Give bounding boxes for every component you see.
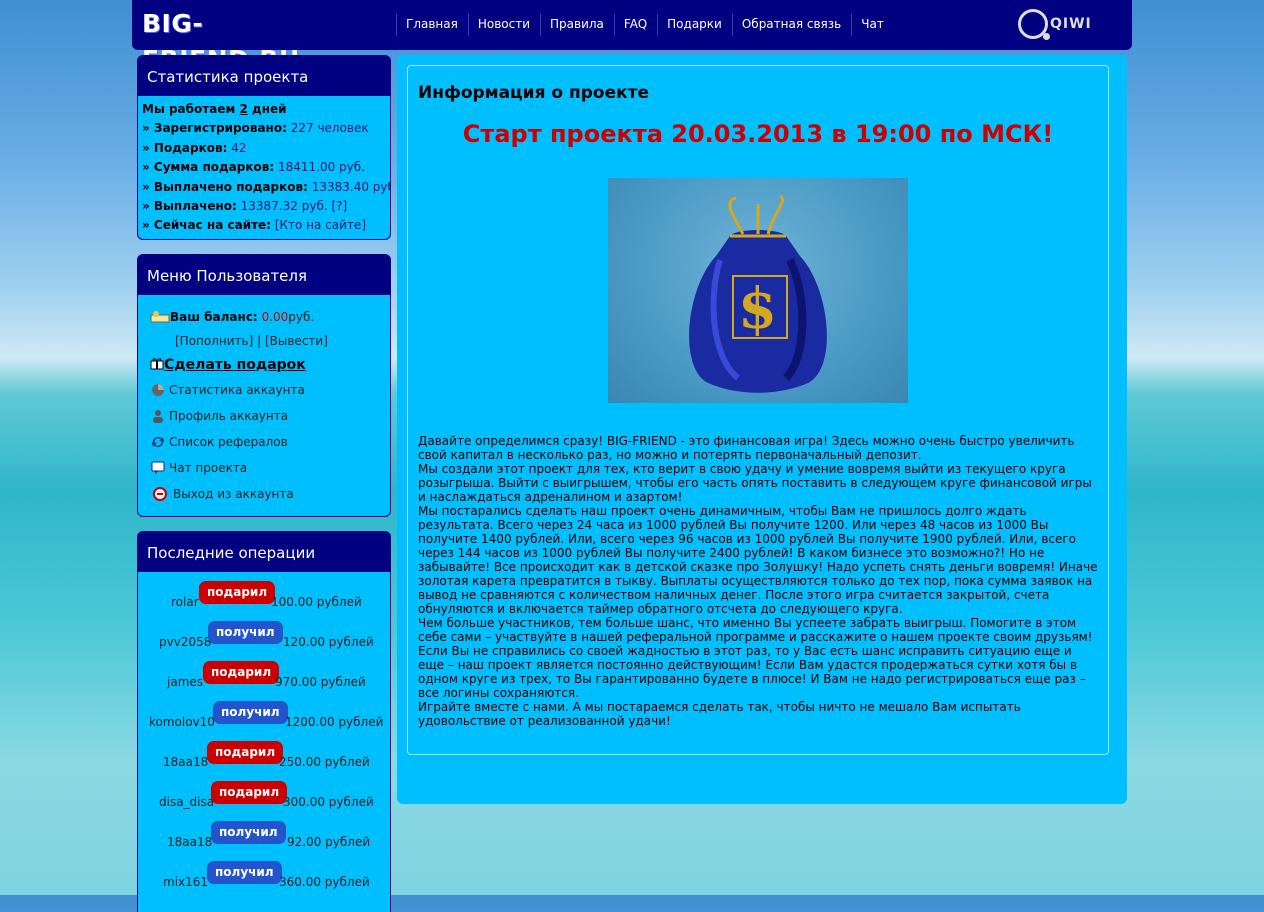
operation-amount: 1200.00 рублей	[285, 715, 384, 729]
stats-block: Статистика проекта Мы работаем 2 дней » …	[137, 55, 391, 240]
stats-title: Статистика проекта	[138, 56, 390, 96]
operations-block: Последние операции rolar подарил 100.00 …	[137, 531, 391, 912]
operation-user: komolov10	[149, 715, 215, 729]
description-paragraph: Если Вы не справились со своей жадностью…	[418, 644, 1086, 700]
user-menu-block: Меню Пользователя Ваш баланс: 0.00 руб. …	[137, 254, 391, 517]
operation-user: pvv2058	[159, 635, 212, 649]
operation-user: james	[167, 675, 204, 689]
operation-user: mix161	[163, 875, 209, 889]
nav-news[interactable]: Новости	[467, 14, 540, 36]
menu-account-stats-label: Статистика аккаунта	[169, 383, 305, 397]
operation-row: pvv2058 получил 120.00 рублей	[138, 616, 390, 656]
operation-row: 18aa18 подарил 250.00 рублей	[138, 736, 390, 776]
operation-amount: 92.00 рублей	[287, 835, 371, 849]
page-title: Информация о проекте	[418, 83, 650, 103]
operation-user: disa_disa	[159, 795, 215, 809]
description-paragraph: Играйте вместе с нами. А мы постараемся …	[418, 700, 1021, 728]
operation-row: mix161 получил 360.00 рублей	[138, 856, 390, 896]
nav-feedback[interactable]: Обратная связь	[731, 14, 851, 36]
refresh-icon	[150, 435, 166, 449]
balance-actions: [Пополнить] | [Вывести]	[150, 329, 390, 353]
nav-home[interactable]: Главная	[396, 14, 468, 36]
description-paragraph: Мы создали этот проект для тех, кто вери…	[418, 462, 1092, 504]
balance-unit: руб.	[288, 310, 315, 324]
operation-row: disa_disa подарил 300.00 рублей	[138, 776, 390, 816]
nav-rules[interactable]: Правила	[540, 14, 614, 36]
operation-amount: 970.00 рублей	[275, 675, 366, 689]
stats-online: » Сейчас на сайте: [Кто на сайте]	[142, 218, 366, 233]
stats-working: Мы работаем 2 дней	[142, 102, 287, 116]
menu-referrals-label: Список рефералов	[169, 435, 288, 449]
topup-link[interactable]: [Пополнить]	[175, 334, 253, 348]
content-frame: Информация о проекте Старт проекта 20.03…	[407, 65, 1109, 755]
operation-amount: 300.00 рублей	[283, 795, 374, 809]
make-gift-label: Сделать подарок	[164, 357, 306, 373]
balance-value: 0.00	[261, 310, 289, 324]
logout-icon	[150, 487, 170, 501]
menu-account-stats[interactable]: Статистика аккаунта	[150, 377, 390, 403]
user-icon	[150, 409, 166, 423]
balance-row: Ваш баланс: 0.00 руб.	[150, 305, 390, 329]
stats-gifts: » Подарков: 42	[142, 140, 247, 155]
site-logo[interactable]: BIG-FRIEND.RU	[142, 6, 354, 74]
stats-registered: » Зарегистрировано: 227 человек	[142, 121, 369, 136]
operation-badge: подарил	[199, 581, 276, 604]
operation-row: komolov10 получил 1200.00 рублей	[138, 696, 390, 736]
operation-row: james подарил 970.00 рублей	[138, 656, 390, 696]
qiwi-logo[interactable]: QIWI	[1018, 6, 1098, 42]
site-header: BIG-FRIEND.RU Главная Новости Правила FA…	[132, 0, 1132, 74]
main-content: Информация о проекте Старт проекта 20.03…	[397, 55, 1127, 804]
stats-sum: » Сумма подарков: 18411.00 руб.	[142, 160, 365, 175]
stats-paid: » Выплачено: 13387.32 руб. [?]	[142, 198, 348, 213]
operation-badge: получил	[213, 701, 288, 724]
operation-user: 18aa18	[167, 835, 213, 849]
menu-chat[interactable]: Чат проекта	[150, 455, 390, 481]
operation-amount: 250.00 рублей	[279, 755, 370, 769]
menu-account-profile[interactable]: Профиль аккаунта	[150, 403, 390, 429]
qiwi-label: QIWI	[1050, 16, 1092, 32]
menu-referrals[interactable]: Список рефералов	[150, 429, 390, 455]
description-paragraph: Чем больше участников, тем больше шанс, …	[418, 616, 1093, 644]
gift-icon	[150, 356, 164, 374]
menu-logout-label: Выход из аккаунта	[173, 487, 294, 501]
main-nav: Главная Новости Правила FAQ Подарки Обра…	[396, 14, 894, 36]
operation-badge: получил	[211, 821, 286, 844]
menu-chat-label: Чат проекта	[169, 461, 248, 475]
operations-title: Последние операции	[138, 532, 390, 572]
make-gift-link[interactable]: Сделать подарок	[150, 353, 390, 377]
operation-amount: 360.00 рублей	[279, 875, 370, 889]
description-paragraph: Давайте определимся сразу! BIG-FRIEND - …	[418, 434, 1075, 462]
operation-badge: получил	[208, 621, 283, 644]
operation-row: rolar подарил 100.00 рублей	[138, 576, 390, 616]
operation-user: rolar	[171, 595, 199, 609]
chart-icon	[150, 383, 166, 397]
operation-badge: подарил	[207, 741, 284, 764]
stats-paid-gifts: » Выплачено подарков: 13383.40 руб.	[142, 179, 391, 194]
start-announcement: Старт проекта 20.03.2013 в 19:00 по МСК!	[462, 120, 1054, 148]
menu-account-profile-label: Профиль аккаунта	[169, 409, 289, 423]
qiwi-icon	[1018, 9, 1050, 40]
chat-icon	[150, 461, 166, 475]
nav-chat[interactable]: Чат	[851, 14, 894, 36]
operation-badge: подарил	[203, 661, 280, 684]
operation-amount: 100.00 рублей	[271, 595, 362, 609]
menu-logout[interactable]: Выход из аккаунта	[150, 481, 390, 507]
operation-amount: 120.00 рублей	[283, 635, 374, 649]
withdraw-link[interactable]: [Вывести]	[265, 334, 328, 348]
description-paragraph: Мы постарались сделать наш проект очень …	[418, 504, 1098, 616]
balance-label: Ваш баланс:	[170, 310, 258, 324]
who-online-link[interactable]: [Кто на сайте]	[275, 218, 366, 232]
operation-user: 18aa18	[163, 755, 209, 769]
money-bag-image: $	[608, 178, 908, 403]
balance-actions-separator: |	[253, 334, 265, 348]
nav-faq[interactable]: FAQ	[613, 14, 657, 36]
operation-badge: получил	[207, 861, 282, 884]
wallet-icon	[150, 309, 170, 326]
svg-text:$: $	[738, 276, 777, 342]
operation-badge: подарил	[211, 781, 288, 804]
user-menu-title: Меню Пользователя	[138, 255, 390, 295]
nav-gifts[interactable]: Подарки	[657, 14, 732, 36]
operation-row: 18aa18 получил 92.00 рублей	[138, 816, 390, 856]
project-description: Давайте определимся сразу! BIG-FRIEND - …	[418, 434, 1098, 728]
